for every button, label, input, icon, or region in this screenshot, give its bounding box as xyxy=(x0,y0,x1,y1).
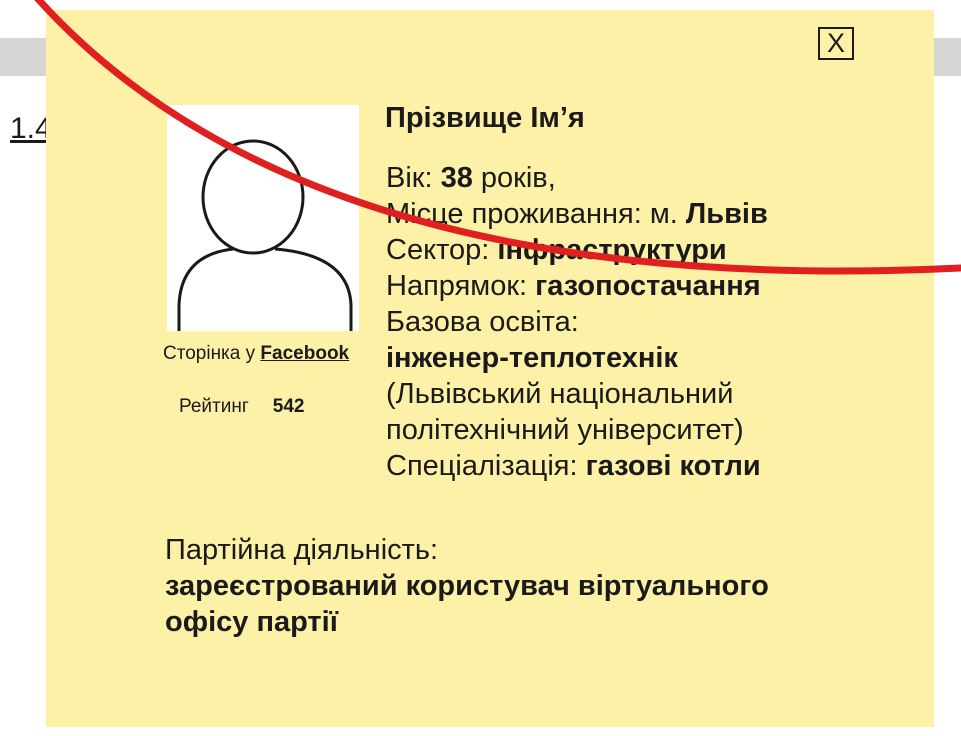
education-label: Базова освіта: xyxy=(386,306,579,338)
rating-label: Рейтинг xyxy=(179,396,249,417)
person-silhouette-icon xyxy=(177,139,353,331)
university-line-1: (Львівський національний xyxy=(386,378,734,410)
facebook-line: Сторінка у Facebook xyxy=(163,343,349,365)
age-value: 38 xyxy=(440,162,473,194)
direction-label: Напрямок: xyxy=(386,270,536,302)
facebook-prefix: Сторінка у xyxy=(163,343,261,364)
specialization-line: Спеціалізація: газові котли xyxy=(386,448,768,484)
person-name: Прізвище Ім’я xyxy=(385,102,585,134)
sector-line: Сектор: інфраструктури xyxy=(386,232,768,268)
age-line: Вік: 38 років, xyxy=(386,160,768,196)
residence-label: Місце проживання: м. xyxy=(386,198,686,230)
profile-details: Вік: 38 років, Місце проживання: м. Льві… xyxy=(386,160,768,484)
age-label: Вік: xyxy=(386,162,441,194)
direction-value: газопостачання xyxy=(535,270,761,302)
sector-value: інфраструктури xyxy=(497,234,727,266)
party-activity: Партійна діяльність: зареєстрований кори… xyxy=(165,532,769,640)
age-unit: років, xyxy=(472,162,556,194)
university-line-2: політехнічний університет) xyxy=(386,414,744,446)
residence-line: Місце проживання: м. Львів xyxy=(386,196,768,232)
rating: Рейтинг 542 xyxy=(179,396,304,418)
close-button[interactable]: X xyxy=(818,27,854,60)
direction-line: Напрямок: газопостачання xyxy=(386,268,768,304)
avatar xyxy=(167,105,359,331)
education-value-line: інженер-теплотехнік xyxy=(386,340,768,376)
rating-value: 542 xyxy=(272,396,305,417)
party-activity-value-2: офісу партії xyxy=(165,606,338,638)
close-icon[interactable]: X xyxy=(827,28,845,58)
residence-value: Львів xyxy=(685,198,768,230)
party-activity-label: Партійна діяльність: xyxy=(165,534,439,566)
education-value: інженер-теплотехнік xyxy=(386,342,678,374)
party-activity-value-1: зареєстрований користувач віртуального xyxy=(165,570,769,602)
specialization-value: газові котли xyxy=(585,450,761,482)
facebook-link[interactable]: Facebook xyxy=(260,343,349,364)
sector-label: Сектор: xyxy=(386,234,498,266)
specialization-label: Спеціалізація: xyxy=(386,450,586,482)
